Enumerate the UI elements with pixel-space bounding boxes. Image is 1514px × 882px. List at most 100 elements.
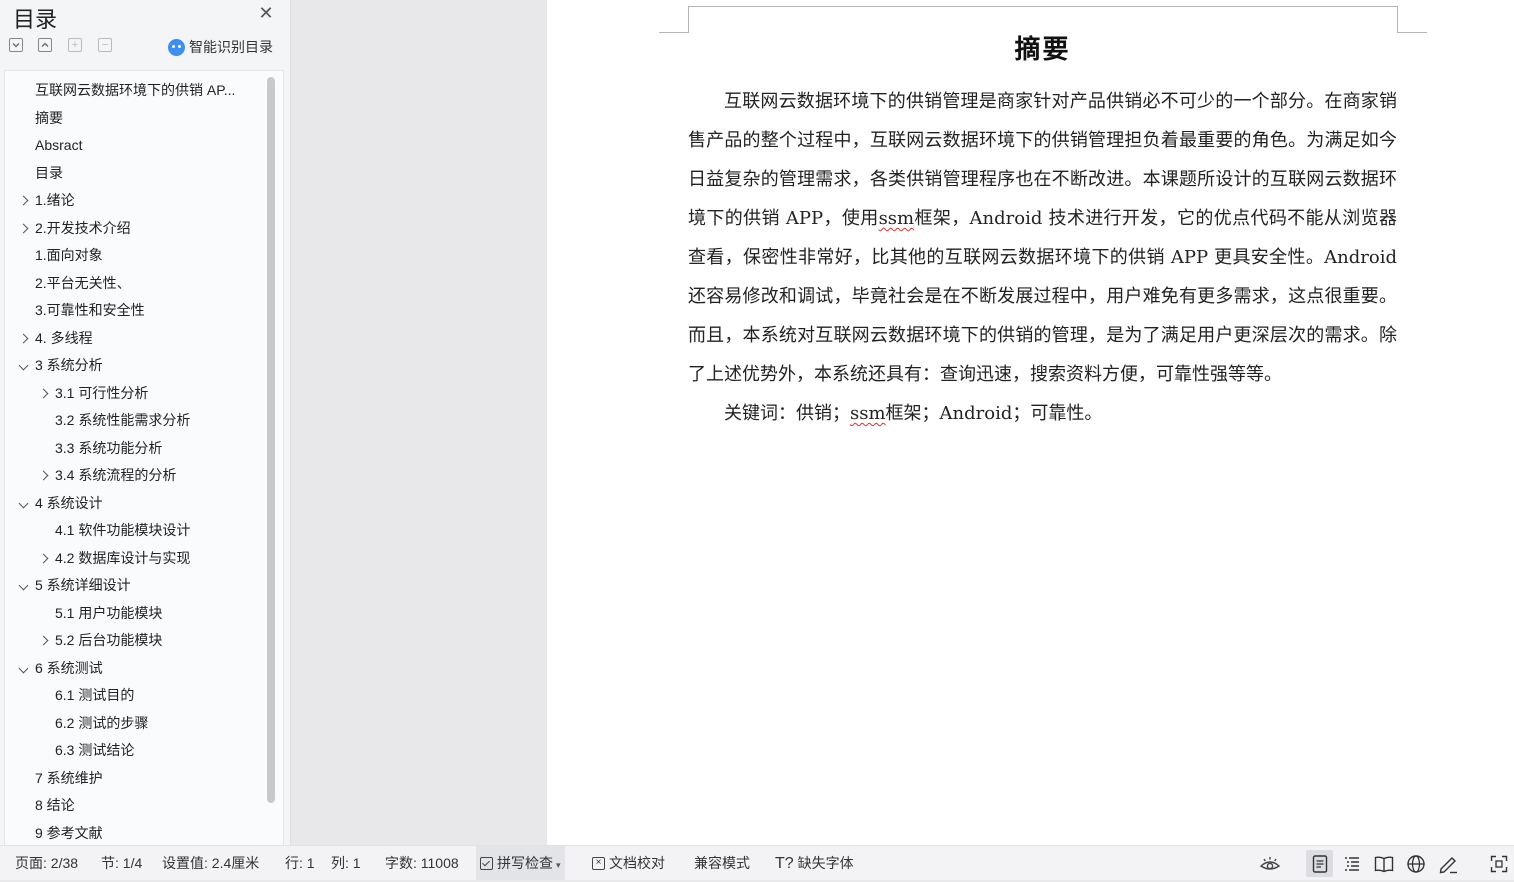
- dropdown-caret-icon[interactable]: ▾: [556, 860, 561, 870]
- toc-item-label: 互联网云数据环境下的供销 AP...: [35, 82, 236, 98]
- toc-item[interactable]: 1.面向对象: [5, 242, 267, 270]
- plus-icon[interactable]: +: [68, 38, 82, 52]
- toc-item-label: 5.2 后台功能模块: [55, 632, 163, 648]
- toc-item[interactable]: 3.2 系统性能需求分析: [5, 407, 267, 435]
- toc-item[interactable]: 2.开发技术介绍: [5, 215, 267, 243]
- toc-item-label: Absract: [35, 137, 83, 153]
- spell-check-button[interactable]: 拼写检查 ▾: [476, 846, 565, 880]
- toc-item-label: 6.3 测试结论: [55, 742, 135, 758]
- missing-fonts-button[interactable]: T? 缺失字体: [775, 846, 854, 880]
- chevron-down-icon[interactable]: [15, 352, 31, 378]
- toc-item[interactable]: Absract: [5, 132, 267, 160]
- toc-item[interactable]: 6.3 测试结论: [5, 737, 267, 765]
- crop-mark: [1397, 6, 1398, 33]
- page-indicator[interactable]: 页面: 2/38: [15, 846, 78, 880]
- toc-item[interactable]: 6 系统测试: [5, 655, 267, 683]
- toc-item[interactable]: 4.2 数据库设计与实现: [5, 545, 267, 573]
- toc-item[interactable]: 3.1 可行性分析: [5, 380, 267, 408]
- chevron-right-icon[interactable]: [35, 545, 51, 571]
- crop-mark: [659, 32, 688, 33]
- document-area: 摘要 互联网云数据环境下的供销管理是商家针对产品供销必不可少的一个部分。在商家销…: [291, 0, 1514, 845]
- toc-item[interactable]: 摘要: [5, 105, 267, 133]
- toc-item-label: 3.4 系统流程的分析: [55, 467, 177, 483]
- toc-item[interactable]: 8 结论: [5, 792, 267, 820]
- spelling-error[interactable]: ssm: [850, 403, 886, 424]
- toc-item[interactable]: 6.2 测试的步骤: [5, 710, 267, 738]
- crop-mark: [688, 6, 689, 33]
- toc-item[interactable]: 目录: [5, 160, 267, 188]
- toc-item-label: 4.2 数据库设计与实现: [55, 549, 191, 566]
- toc-item[interactable]: 4 系统设计: [5, 490, 267, 518]
- close-icon[interactable]: ✕: [257, 4, 275, 22]
- toc-item-label: 3.1 可行性分析: [55, 384, 149, 401]
- doc-proof-button[interactable]: × 文档校对: [592, 846, 665, 880]
- toc-item[interactable]: 互联网云数据环境下的供销 AP...: [5, 77, 267, 105]
- setting-value[interactable]: 设置值: 2.4厘米: [162, 846, 259, 880]
- chevron-down-icon[interactable]: [15, 655, 31, 681]
- keywords-text: 关键词：供销；: [724, 403, 850, 424]
- reading-view-icon[interactable]: [1370, 850, 1397, 877]
- page-view-icon[interactable]: [1306, 850, 1333, 877]
- toc-item-label: 6.2 测试的步骤: [55, 714, 149, 731]
- toc-item-label: 5.1 用户功能模块: [55, 604, 163, 621]
- toc-item-label: 6.1 测试目的: [55, 687, 135, 703]
- doc-proof-icon: ×: [592, 856, 605, 870]
- toc-item-label: 7 系统维护: [35, 769, 103, 786]
- outline-view-icon[interactable]: [1338, 850, 1365, 877]
- word-count[interactable]: 字数: 11008: [385, 846, 459, 880]
- toc-items: 互联网云数据环境下的供销 AP... 摘要 Absract 目录 1.绪论 2.开发技术介…: [5, 77, 267, 845]
- toc-item-label: 1.绪论: [35, 192, 75, 208]
- chevron-right-icon[interactable]: [35, 380, 51, 406]
- toc-item[interactable]: 5 系统详细设计: [5, 572, 267, 600]
- chevron-down-icon[interactable]: [15, 572, 31, 598]
- web-view-icon[interactable]: [1402, 850, 1429, 877]
- spell-check-label: 拼写检查: [497, 855, 553, 871]
- smart-toc-button[interactable]: 智能识别目录: [168, 37, 273, 57]
- crop-mark: [1398, 32, 1427, 33]
- toc-item[interactable]: 7 系统维护: [5, 765, 267, 793]
- toc-item[interactable]: 3.4 系统流程的分析: [5, 462, 267, 490]
- col-indicator: 列: 1: [331, 855, 361, 871]
- chevron-right-icon[interactable]: [35, 627, 51, 653]
- spelling-error[interactable]: ssm: [879, 208, 915, 229]
- toc-item-label: 6 系统测试: [35, 659, 103, 676]
- toc-item[interactable]: 5.1 用户功能模块: [5, 600, 267, 628]
- edit-pen-icon[interactable]: [1434, 850, 1461, 877]
- chevron-right-icon[interactable]: [35, 462, 51, 488]
- document-page[interactable]: 摘要 互联网云数据环境下的供销管理是商家针对产品供销必不可少的一个部分。在商家销…: [547, 0, 1514, 845]
- collapse-all-icon[interactable]: [38, 38, 52, 52]
- toc-item[interactable]: 3 系统分析: [5, 352, 267, 380]
- toc-item[interactable]: 5.2 后台功能模块: [5, 627, 267, 655]
- document-heading: 摘要: [1014, 35, 1071, 65]
- section-indicator[interactable]: 节: 1/4: [101, 846, 142, 880]
- toc-item[interactable]: 9 参考文献: [5, 820, 267, 846]
- toc-item-label: 4 系统设计: [35, 494, 103, 511]
- minus-icon[interactable]: −: [98, 38, 112, 52]
- expand-all-icon[interactable]: [9, 38, 23, 52]
- chevron-down-icon[interactable]: [15, 490, 31, 516]
- toc-item[interactable]: 3.3 系统功能分析: [5, 435, 267, 463]
- toc-item-label: 3.3 系统功能分析: [55, 439, 163, 456]
- chevron-right-icon[interactable]: [15, 215, 31, 241]
- eye-protection-icon[interactable]: [1256, 850, 1283, 877]
- toc-item[interactable]: 4. 多线程: [5, 325, 267, 353]
- toc-item[interactable]: 4.1 软件功能模块设计: [5, 517, 267, 545]
- toc-scrollbar[interactable]: [267, 77, 275, 803]
- chevron-right-icon[interactable]: [15, 187, 31, 213]
- abstract-paragraph: 互联网云数据环境下的供销管理是商家针对产品供销必不可少的一个部分。在商家销售产品…: [688, 82, 1397, 394]
- fullscreen-icon[interactable]: [1485, 850, 1512, 877]
- toc-list: 互联网云数据环境下的供销 AP... 摘要 Absract 目录 1.绪论 2.开发技术介…: [4, 70, 284, 845]
- document-content: 摘要 互联网云数据环境下的供销管理是商家针对产品供销必不可少的一个部分。在商家销…: [688, 30, 1397, 433]
- compat-mode-label: 兼容模式: [694, 855, 750, 871]
- toc-item[interactable]: 6.1 测试目的: [5, 682, 267, 710]
- chevron-right-icon[interactable]: [15, 325, 31, 351]
- missing-fonts-label: 缺失字体: [797, 855, 854, 871]
- toc-item-label: 5 系统详细设计: [35, 577, 131, 593]
- keywords-text: 框架；Android；可靠性。: [885, 403, 1103, 424]
- toc-item-label: 4.1 软件功能模块设计: [55, 522, 191, 538]
- toc-item-label: 8 结论: [35, 797, 75, 813]
- toc-item[interactable]: 3.可靠性和安全性: [5, 297, 267, 325]
- toc-item[interactable]: 2.平台无关性、: [5, 270, 267, 298]
- toc-item[interactable]: 1.绪论: [5, 187, 267, 215]
- doc-proof-label: 文档校对: [609, 855, 665, 871]
